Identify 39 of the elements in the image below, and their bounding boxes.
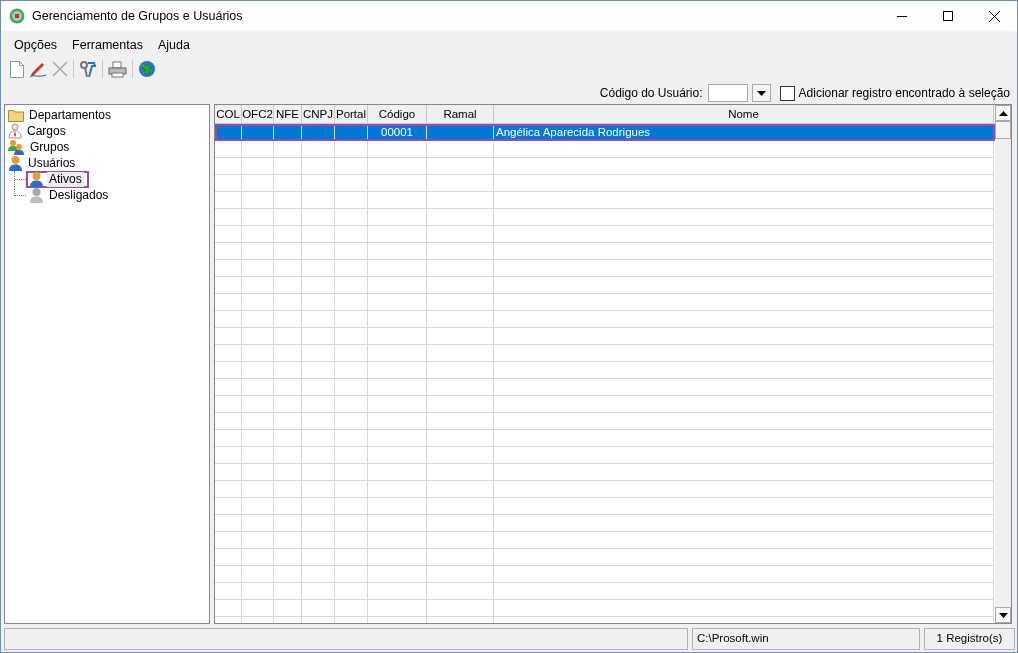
tree-item[interactable]: Ativos (47, 171, 84, 187)
user-code-label: Código do Usuário: (599, 86, 703, 100)
folder-icon (8, 108, 24, 122)
maximize-icon[interactable] (943, 11, 953, 21)
user-icon (8, 155, 23, 171)
scroll-thumb[interactable] (995, 121, 1011, 139)
printer-icon[interactable] (108, 60, 127, 78)
key-hammer-icon[interactable] (79, 60, 97, 78)
menu-item[interactable]: Ferramentas (72, 37, 143, 52)
app-icon (9, 8, 25, 24)
tree-item[interactable]: Cargos (25, 123, 68, 139)
checkbox[interactable] (779, 85, 795, 101)
person-tie-icon (8, 123, 22, 139)
user-code-field[interactable] (707, 84, 748, 102)
scroll-down-button[interactable] (995, 607, 1011, 623)
menu-item[interactable]: Ajuda (157, 37, 190, 52)
status-text: 1 Registro(s) (924, 628, 1015, 650)
tree-item[interactable]: Grupos (28, 139, 72, 155)
globe-arrow-icon[interactable] (138, 60, 156, 78)
user-icon (29, 171, 44, 187)
pencil-icon[interactable] (29, 60, 47, 78)
new-document-icon[interactable] (10, 60, 24, 78)
window-title: Gerenciamento de Grupos e Usuários (32, 9, 243, 23)
scrollbar[interactable] (995, 105, 1011, 623)
table-row[interactable]: 00001 Angélica Aparecida Rodrigues (215, 124, 995, 141)
scroll-up-button[interactable] (995, 105, 1011, 121)
checkbox-label: Adicionar registro encontrado à seleção (798, 86, 1010, 100)
up-arrow-icon (998, 110, 1008, 116)
tree-item[interactable]: Departamentos (27, 107, 114, 123)
dropdown-button[interactable] (751, 84, 771, 102)
status-text: C:\Prosoft.win (692, 628, 920, 650)
group-icon (8, 139, 25, 155)
user-icon (29, 187, 44, 203)
menu-item[interactable]: Opções (14, 37, 58, 52)
down-arrow-icon (998, 612, 1008, 618)
caret-icon (756, 90, 766, 96)
tree-item[interactable]: Desligados (47, 187, 111, 203)
tree-item[interactable]: Usuários (26, 155, 78, 171)
close-icon[interactable] (989, 10, 1000, 22)
